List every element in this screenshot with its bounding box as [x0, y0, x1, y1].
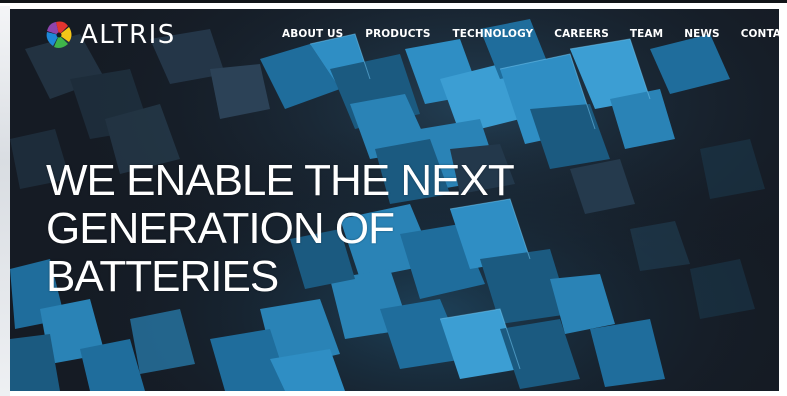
nav-link-team[interactable]: TEAM: [630, 27, 663, 41]
main-menu: ABOUT US PRODUCTS TECHNOLOGY CAREERS TEA…: [282, 27, 779, 41]
nav-link-products[interactable]: PRODUCTS: [365, 27, 430, 41]
nav-link-about-us[interactable]: ABOUT US: [282, 27, 343, 41]
right-window-edge: [779, 6, 787, 396]
brand-name: ALTRIS: [80, 20, 176, 50]
pinwheel-logo-icon: [46, 21, 72, 48]
nav-link-contact[interactable]: CONTACT: [741, 27, 779, 41]
nav-link-technology[interactable]: TECHNOLOGY: [452, 27, 533, 41]
hero-headline: WE ENABLE THE NEXT GENERATION OF BATTERI…: [46, 157, 606, 301]
hero-headline-line-3: BATTERIES: [46, 252, 279, 301]
altris-logo[interactable]: ALTRIS: [44, 19, 176, 51]
top-navigation-bar: ALTRIS ABOUT US PRODUCTS TECHNOLOGY CARE…: [10, 9, 779, 61]
hero-headline-line-2: GENERATION OF: [46, 204, 395, 253]
left-window-edge: [0, 6, 10, 396]
hero-headline-line-1: WE ENABLE THE NEXT: [46, 156, 515, 205]
hero-section: ALTRIS ABOUT US PRODUCTS TECHNOLOGY CARE…: [10, 9, 779, 391]
nav-link-news[interactable]: NEWS: [684, 27, 720, 41]
browser-frame: ALTRIS ABOUT US PRODUCTS TECHNOLOGY CARE…: [0, 0, 787, 396]
nav-link-careers[interactable]: CAREERS: [554, 27, 609, 41]
